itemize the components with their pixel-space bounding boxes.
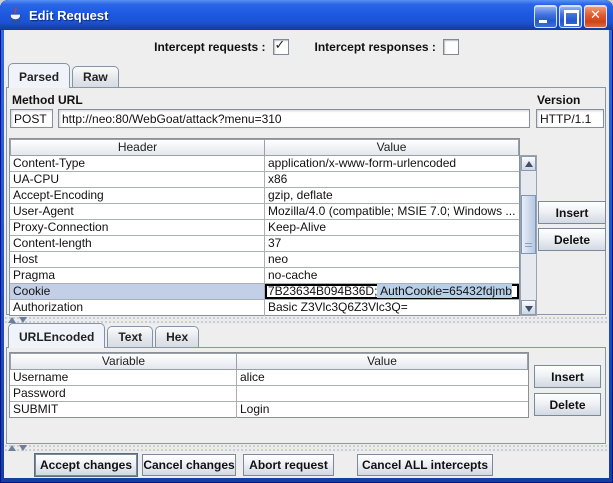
maximize-button[interactable]: [559, 5, 582, 28]
param-value-cell: alice: [237, 370, 528, 385]
params-delete-button[interactable]: Delete: [534, 393, 601, 416]
method-label: Method: [12, 93, 55, 107]
headers-delete-button[interactable]: Delete: [538, 228, 606, 251]
minimize-icon: [539, 20, 547, 23]
intercept-responses-label: Intercept responses :: [315, 40, 436, 54]
header-value-cell: 37: [265, 236, 519, 251]
headers-scrollbar[interactable]: [520, 155, 537, 316]
table-row[interactable]: Host neo: [10, 252, 519, 268]
close-button[interactable]: ✕: [584, 5, 607, 28]
version-label: Version: [537, 93, 580, 107]
param-value-cell: Login: [237, 402, 528, 418]
abort-request-button[interactable]: Abort request: [243, 454, 334, 476]
cookie-value-prefix: 7B23634B094B36D;: [268, 284, 377, 298]
header-name-cell: Content-length: [10, 236, 265, 251]
param-name-cell: Password: [10, 386, 237, 401]
edit-request-window: Edit Request ✕ Intercept requests : Inte…: [0, 0, 613, 483]
cancel-changes-button[interactable]: Cancel changes: [142, 454, 236, 476]
accept-changes-button[interactable]: Accept changes: [35, 454, 137, 476]
tab-text[interactable]: Text: [107, 326, 153, 347]
header-value-cell: Keep-Alive: [265, 220, 519, 235]
tab-urlencoded[interactable]: URLEncoded: [8, 323, 105, 348]
variable-column-header[interactable]: Variable: [10, 353, 237, 370]
table-row[interactable]: Pragma no-cache: [10, 268, 519, 284]
headers-table: Header Value Content-Type application/x-…: [9, 138, 520, 316]
params-table: Variable Value Username alice Password S…: [9, 352, 529, 418]
header-value-cell: gzip, deflate: [265, 188, 519, 203]
minimize-button[interactable]: [534, 5, 557, 28]
header-value-cell: x86: [265, 172, 519, 187]
intercept-options: Intercept requests : Intercept responses…: [4, 35, 609, 59]
header-value-cell: no-cache: [265, 268, 519, 283]
url-label: URL: [58, 93, 83, 107]
title-bar[interactable]: Edit Request ✕: [0, 0, 613, 30]
scroll-down-icon[interactable]: [521, 300, 536, 315]
collapse-up-icon[interactable]: [8, 445, 16, 451]
table-row[interactable]: Authorization Basic Z3Vlc3Q6Z3Vlc3Q=: [10, 300, 519, 316]
header-name-cell: Content-Type: [10, 156, 265, 171]
header-column-header[interactable]: Header: [10, 139, 265, 156]
parsed-request-panel: Method URL Version POST http://neo:80/We…: [6, 87, 606, 315]
tab-raw[interactable]: Raw: [72, 66, 119, 87]
cancel-all-intercepts-button[interactable]: Cancel ALL intercepts: [357, 454, 493, 476]
params-table-header: Variable Value: [10, 353, 528, 370]
cookie-value-selected-text: AuthCookie=65432fdjmb: [377, 284, 511, 298]
header-value-cell: Mozilla/4.0 (compatible; MSIE 7.0; Windo…: [265, 204, 519, 219]
window-title: Edit Request: [29, 8, 108, 23]
intercept-requests-label: Intercept requests :: [154, 40, 265, 54]
table-row[interactable]: Content-Type application/x-www-form-urle…: [10, 156, 519, 172]
value-column-header[interactable]: Value: [265, 139, 519, 156]
header-value-cell: neo: [265, 252, 519, 267]
table-row-cookie-selected[interactable]: Cookie 7B23634B094B36D; AuthCookie=65432…: [10, 284, 519, 300]
tab-hex[interactable]: Hex: [155, 326, 199, 347]
scroll-up-icon[interactable]: [521, 156, 536, 171]
param-name-cell: Username: [10, 370, 237, 385]
param-name-cell: SUBMIT: [10, 402, 237, 418]
java-app-icon: [7, 7, 24, 24]
table-row[interactable]: UA-CPU x86: [10, 172, 519, 188]
tab-parsed[interactable]: Parsed: [8, 63, 70, 88]
header-name-cell: Accept-Encoding: [10, 188, 265, 203]
param-value-cell: [237, 386, 528, 401]
header-value-cell: Basic Z3Vlc3Q6Z3Vlc3Q=: [265, 300, 519, 316]
value-column-header[interactable]: Value: [237, 353, 528, 370]
intercept-requests-checkbox[interactable]: [273, 39, 289, 55]
maximize-icon: [564, 10, 579, 26]
cookie-value-editor[interactable]: 7B23634B094B36D; AuthCookie=65432fdjmb: [265, 284, 519, 299]
headers-table-header: Header Value: [10, 139, 519, 156]
content-tabbar: URLEncoded Text Hex: [8, 323, 201, 347]
header-value-cell: application/x-www-form-urlencoded: [265, 156, 519, 171]
params-insert-button[interactable]: Insert: [534, 365, 601, 388]
method-field[interactable]: POST: [10, 109, 53, 128]
table-row[interactable]: SUBMIT Login: [10, 402, 528, 418]
close-icon: ✕: [585, 8, 606, 23]
request-tabbar: Parsed Raw: [8, 63, 121, 87]
table-row[interactable]: Password: [10, 386, 528, 402]
table-row[interactable]: Content-length 37: [10, 236, 519, 252]
table-row[interactable]: User-Agent Mozilla/4.0 (compatible; MSIE…: [10, 204, 519, 220]
dialog-content: Intercept requests : Intercept responses…: [4, 30, 609, 478]
header-name-cell: Host: [10, 252, 265, 267]
split-divider-bottom[interactable]: [4, 444, 609, 452]
header-name-cell: UA-CPU: [10, 172, 265, 187]
collapse-down-icon[interactable]: [19, 445, 27, 451]
version-field[interactable]: HTTP/1.1: [536, 109, 604, 128]
header-name-cell: Cookie: [10, 284, 265, 299]
table-row[interactable]: Accept-Encoding gzip, deflate: [10, 188, 519, 204]
header-name-cell: Authorization: [10, 300, 265, 316]
urlencoded-params-panel: Variable Value Username alice Password S…: [6, 347, 606, 444]
header-name-cell: Pragma: [10, 268, 265, 283]
url-field[interactable]: http://neo:80/WebGoat/attack?menu=310: [58, 109, 530, 128]
table-row[interactable]: Username alice: [10, 370, 528, 386]
header-name-cell: User-Agent: [10, 204, 265, 219]
intercept-responses-checkbox[interactable]: [443, 39, 459, 55]
headers-insert-button[interactable]: Insert: [538, 201, 606, 224]
scrollbar-thumb[interactable]: [521, 195, 536, 254]
table-row[interactable]: Proxy-Connection Keep-Alive: [10, 220, 519, 236]
header-name-cell: Proxy-Connection: [10, 220, 265, 235]
